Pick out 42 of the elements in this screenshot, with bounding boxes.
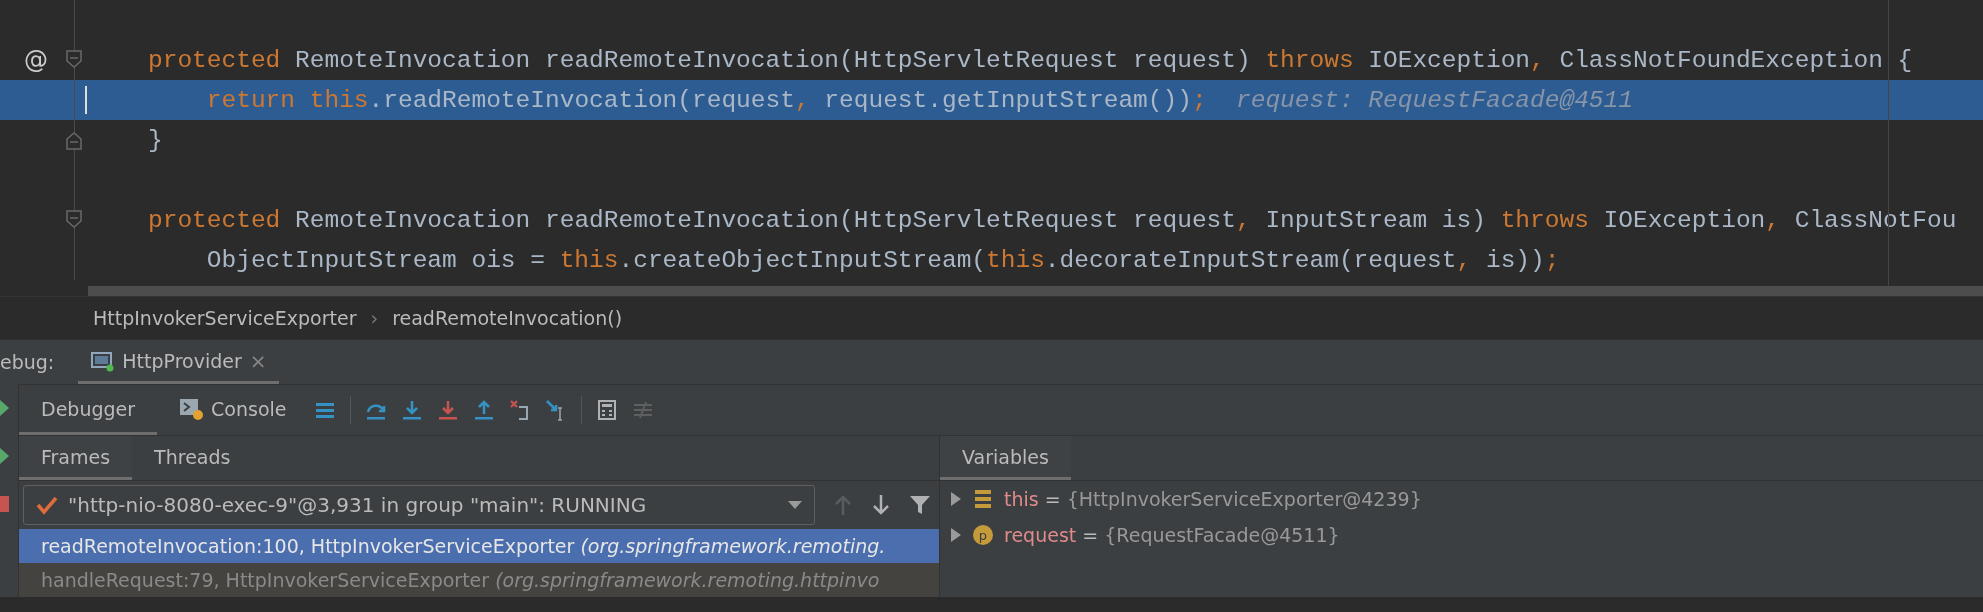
variable-entry[interactable]: this = {HttpInvokerServiceExporter@4239} (1004, 488, 1422, 510)
console-icon (179, 396, 206, 421)
force-step-into-icon[interactable] (437, 399, 460, 421)
fold-icon[interactable] (66, 130, 82, 150)
breadcrumb-item[interactable]: readRemoteInvocation() (392, 307, 623, 329)
stack-frame[interactable]: handleRequest:79, HttpInvokerServiceExporter (org.springframework.remoting.httpinvo (19, 563, 939, 597)
stop-icon[interactable] (0, 494, 10, 514)
panel-tab[interactable]: Threads (132, 436, 253, 480)
variable-entry[interactable]: request = {RequestFacade@4511} (1004, 524, 1340, 546)
window-icon (90, 349, 115, 372)
stack-frame[interactable]: readRemoteInvocation:100, HttpInvokerServiceExporter (org.springframework.remoting. (19, 529, 939, 563)
checkmark-icon (36, 495, 58, 515)
fold-icon[interactable] (66, 210, 82, 230)
rerun-icon[interactable] (0, 398, 10, 418)
horizontal-scrollbar[interactable] (88, 286, 1983, 296)
down-arrow-icon[interactable] (871, 494, 891, 516)
breadcrumb-separator: › (370, 307, 379, 329)
debug-label: ebug: (0, 350, 56, 375)
thread-dropdown[interactable]: "http-nio-8080-exec-9"@3,931 in group "main": RUNNING (23, 485, 815, 525)
breadcrumb-item[interactable]: HttpInvokerServiceExporter (93, 307, 357, 329)
field-stack-icon (972, 488, 994, 510)
expand-arrow-icon[interactable] (950, 491, 962, 507)
step-out-icon[interactable] (473, 399, 496, 421)
filter-icon[interactable] (909, 494, 931, 516)
execution-line-highlight: return this.readRemoteInvocation(request, request.getInputStream()); request: RequestFacade@4511 (0, 80, 1983, 120)
step-into-icon[interactable] (401, 399, 424, 421)
code-line: } (0, 120, 1983, 160)
code-line: @ protected RemoteInvocation readRemoteInvocation(HttpServletRequest request) throws IOException, ClassNotFoundException { (0, 40, 1983, 80)
caret-icon (788, 500, 802, 510)
resume-icon[interactable] (0, 446, 10, 466)
up-arrow-icon[interactable] (833, 494, 853, 516)
debugger-tab[interactable]: Console (157, 385, 309, 435)
close-icon[interactable]: × (249, 348, 267, 373)
fold-icon[interactable] (66, 50, 82, 70)
code-line: protected RemoteInvocation readRemoteInvocation(HttpServletRequest request, InputStream is) throws IOException, ClassNotFou (0, 200, 1983, 240)
trace-icon[interactable] (632, 399, 655, 421)
calculator-icon[interactable] (596, 399, 619, 421)
annotation-marker: @ (24, 46, 48, 74)
expand-arrow-icon[interactable] (950, 527, 962, 543)
code-line: ObjectInputStream ois = this.createObjectInputStream(this.decorateInputStream(request, is)); (0, 240, 1983, 280)
text-cursor (85, 86, 87, 114)
parameter-icon: p (972, 524, 994, 546)
